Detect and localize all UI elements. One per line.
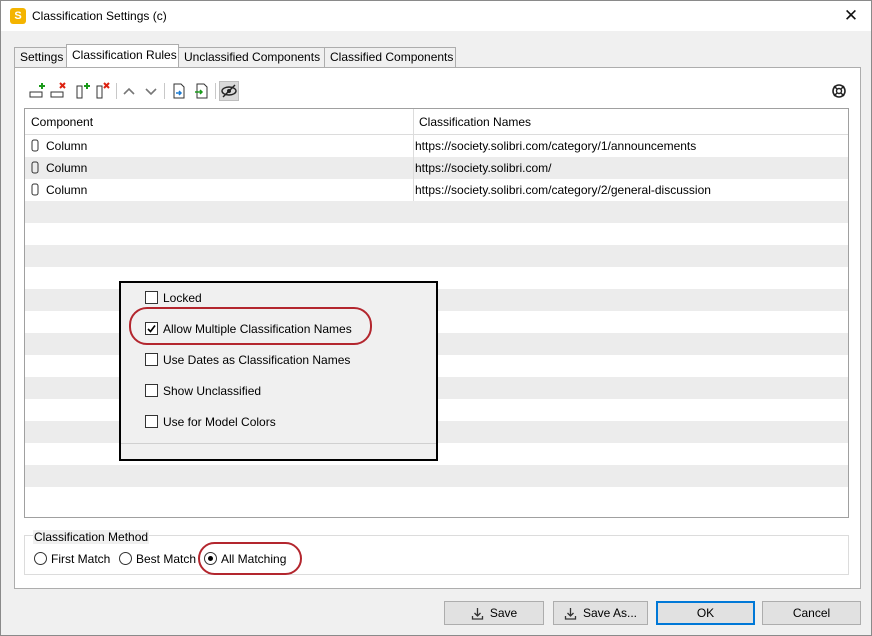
toolbar-separator [164, 83, 165, 99]
table-cell-component: Column [46, 139, 88, 153]
help-icon[interactable] [829, 81, 849, 101]
checkbox-box[interactable] [145, 415, 158, 428]
cancel-button[interactable]: Cancel [762, 601, 861, 625]
save-as-button-label: Save As... [582, 606, 638, 620]
ok-button[interactable]: OK [656, 601, 755, 625]
classification-method-title: Classification Method [33, 530, 150, 544]
save-button-label: Save [489, 606, 518, 620]
save-button[interactable]: Save [444, 601, 544, 625]
checkbox-label: Use Dates as Classification Names [163, 353, 351, 367]
table-header: Component Classification Names [25, 109, 848, 135]
radio-circle[interactable] [34, 552, 47, 565]
toolbar-separator [116, 83, 117, 99]
remove-row-icon[interactable] [48, 81, 68, 101]
tab-unclassified-components[interactable]: Unclassified Components [178, 47, 325, 67]
checkbox-label: Show Unclassified [163, 384, 262, 398]
column-icon [31, 183, 39, 199]
column-divider [413, 157, 414, 179]
annotation-highlight [198, 542, 302, 575]
table-cell-classification: https://society.solibri.com/category/1/a… [415, 139, 697, 153]
checkbox-label: Locked [163, 291, 202, 305]
column-divider [413, 179, 414, 201]
empty-row-stripe [25, 245, 848, 267]
checkbox-box[interactable] [145, 384, 158, 397]
tab-settings[interactable]: Settings [14, 47, 67, 67]
title-bar: S Classification Settings (c) ✕ [1, 1, 871, 31]
table-cell-component: Column [46, 183, 88, 197]
table-row[interactable]: Column https://society.solibri.com/categ… [25, 135, 848, 157]
table-row[interactable]: Column https://society.solibri.com/categ… [25, 179, 848, 201]
dialog-window: S Classification Settings (c) ✕ Settings… [0, 0, 872, 636]
close-button[interactable]: ✕ [831, 1, 871, 31]
export-icon[interactable] [192, 81, 212, 101]
download-icon [564, 607, 577, 620]
annotation-highlight [129, 307, 372, 345]
tab-classified-components[interactable]: Classified Components [324, 47, 456, 67]
column-icon [31, 139, 39, 155]
window-title: Classification Settings (c) [32, 9, 167, 23]
table-cell-classification: https://society.solibri.com/ [415, 161, 552, 175]
column-icon [31, 161, 39, 177]
table-row[interactable]: Column https://society.solibri.com/ [25, 157, 848, 179]
save-as-button[interactable]: Save As... [553, 601, 648, 625]
table-cell-classification: https://society.solibri.com/category/2/g… [415, 183, 711, 197]
radio-label: First Match [51, 552, 111, 566]
import-icon[interactable] [169, 81, 189, 101]
download-icon [471, 607, 484, 620]
add-row-icon[interactable] [27, 81, 47, 101]
move-down-icon[interactable] [141, 81, 161, 101]
table-cell-component: Column [46, 161, 88, 175]
toolbar-separator [215, 83, 216, 99]
empty-row-stripe [25, 201, 848, 223]
visibility-icon[interactable] [219, 81, 239, 101]
radio-label: Best Match [136, 552, 197, 566]
radio-circle[interactable] [119, 552, 132, 565]
empty-row-stripe [25, 465, 848, 487]
column-header-classification-names[interactable]: Classification Names [413, 109, 531, 135]
checkbox-box[interactable] [145, 291, 158, 304]
popup-divider [121, 443, 436, 444]
close-icon: ✕ [843, 6, 859, 25]
column-header-component[interactable]: Component [25, 109, 93, 135]
add-column-icon[interactable] [73, 81, 93, 101]
tab-classification-rules[interactable]: Classification Rules [66, 44, 179, 67]
app-logo-icon: S [10, 8, 26, 24]
remove-column-icon[interactable] [93, 81, 113, 101]
column-divider [413, 135, 414, 157]
move-up-icon[interactable] [119, 81, 139, 101]
checkbox-box[interactable] [145, 353, 158, 366]
checkbox-label: Use for Model Colors [163, 415, 276, 429]
